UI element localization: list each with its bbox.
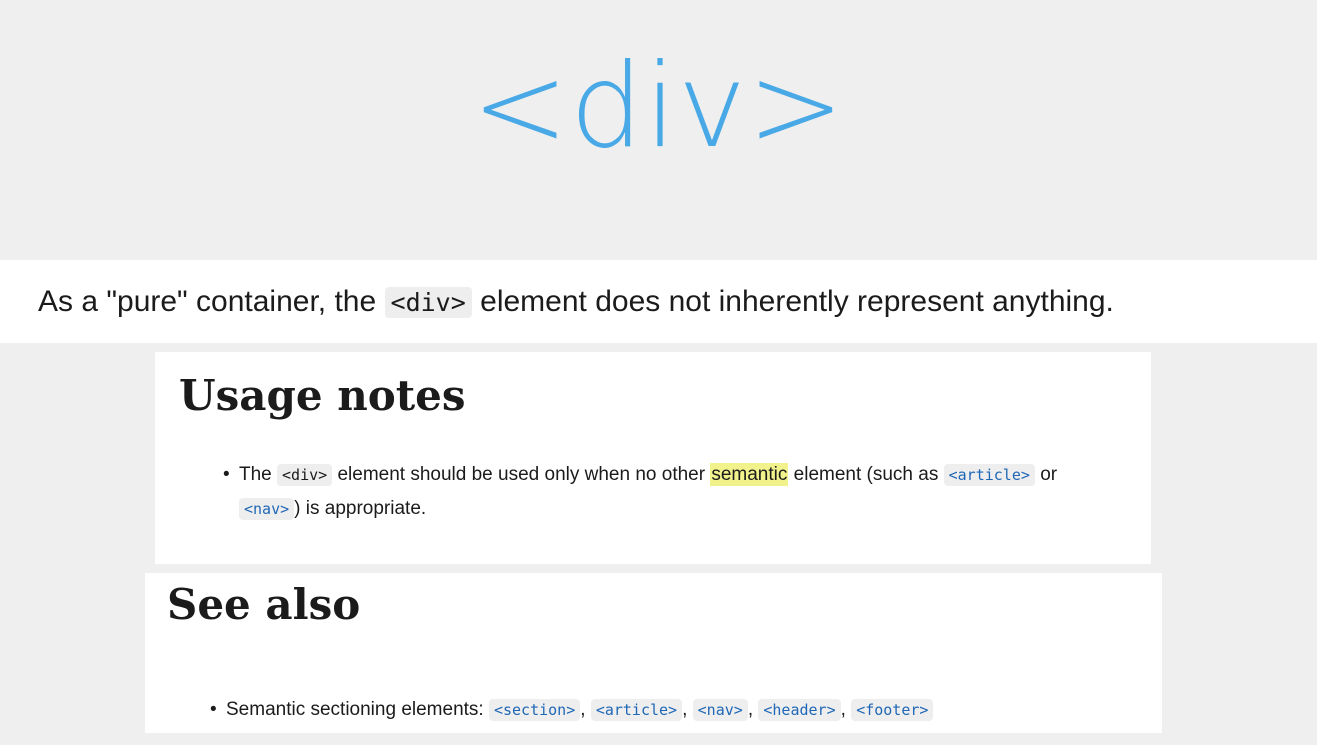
separator: , [840,699,846,720]
separator: , [747,699,754,720]
article-link[interactable]: <article> [590,699,683,721]
usage-text-2: element should be used only when no othe… [337,464,706,485]
usage-text-5: ) is appropriate. [294,498,427,519]
see-also-snippet: See also Semantic sectioning elements: <… [145,573,1162,733]
list-item: Semantic sectioning elements: <section>,… [210,694,1160,726]
usage-text-3: element (such as [793,464,939,485]
intro-text-after: element does not inherently represent an… [480,285,1114,318]
intro-snippet: As a "pure" container, the <div> element… [0,260,1317,343]
section-link[interactable]: <section> [488,699,581,721]
nav-link[interactable]: <nav> [239,498,295,520]
slide-title: <div> [471,39,846,174]
usage-text-1: The [239,464,272,485]
header-link[interactable]: <header> [758,699,841,721]
separator: , [682,699,688,720]
nav-link[interactable]: <nav> [692,699,748,721]
see-also-heading: See also [167,580,361,629]
see-also-label: Semantic sectioning elements: [226,699,484,720]
separator: , [580,699,586,720]
list-item: The <div> element should be used only wh… [223,458,1123,526]
usage-notes-heading: Usage notes [179,371,466,420]
usage-notes-snippet: Usage notes The <div> element should be … [155,352,1151,564]
article-link[interactable]: <article> [943,464,1035,486]
div-code: <div> [277,464,333,486]
usage-notes-list: The <div> element should be used only wh… [223,458,1123,526]
see-also-list: Semantic sectioning elements: <section>,… [210,694,1160,726]
intro-sentence: As a "pure" container, the <div> element… [38,282,1114,323]
usage-text-4: or [1040,464,1058,485]
footer-link[interactable]: <footer> [851,699,934,721]
div-code: <div> [384,287,472,318]
intro-text-before: As a "pure" container, the [38,285,377,318]
semantic-highlight: semantic [710,463,789,486]
